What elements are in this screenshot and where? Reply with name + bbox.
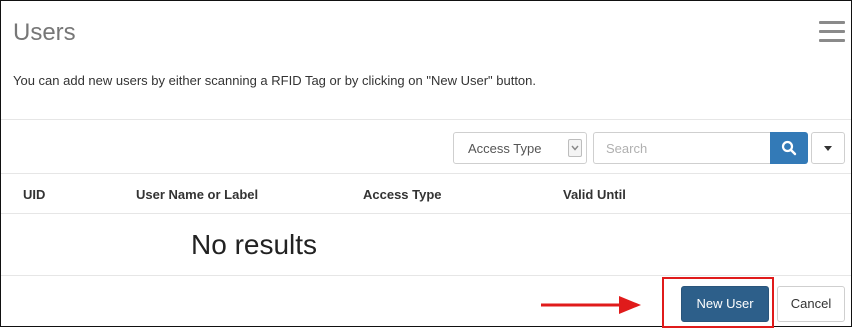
empty-table-message: No results — [191, 229, 318, 260]
caret-down-icon — [824, 146, 832, 151]
divider — [1, 173, 851, 174]
page-description: You can add new users by either scanning… — [13, 73, 537, 88]
search-button[interactable] — [770, 132, 808, 164]
arrow-right-icon — [541, 296, 641, 314]
divider — [1, 119, 851, 120]
access-type-filter-label: Access Type — [468, 141, 542, 156]
page-title: Users — [13, 19, 76, 46]
search-options-dropdown-button[interactable] — [811, 132, 845, 164]
hamburger-line — [819, 39, 845, 42]
search-input[interactable] — [593, 132, 770, 164]
hamburger-line — [819, 30, 845, 33]
column-header-user-name[interactable]: User Name or Label — [136, 187, 258, 202]
hamburger-line — [819, 21, 845, 24]
divider — [1, 275, 851, 276]
users-panel: Users You can add new users by either sc… — [0, 0, 852, 328]
divider — [1, 213, 851, 214]
search-icon — [781, 140, 797, 156]
column-header-uid[interactable]: UID — [23, 187, 45, 202]
column-header-valid-until[interactable]: Valid Until — [563, 187, 626, 202]
new-user-button[interactable]: New User — [681, 286, 769, 322]
column-header-access-type[interactable]: Access Type — [363, 187, 442, 202]
cancel-button[interactable]: Cancel — [777, 286, 845, 322]
hamburger-menu-icon[interactable] — [819, 21, 845, 43]
chevron-down-icon — [568, 139, 582, 157]
access-type-filter-select[interactable]: Access Type — [453, 132, 587, 164]
